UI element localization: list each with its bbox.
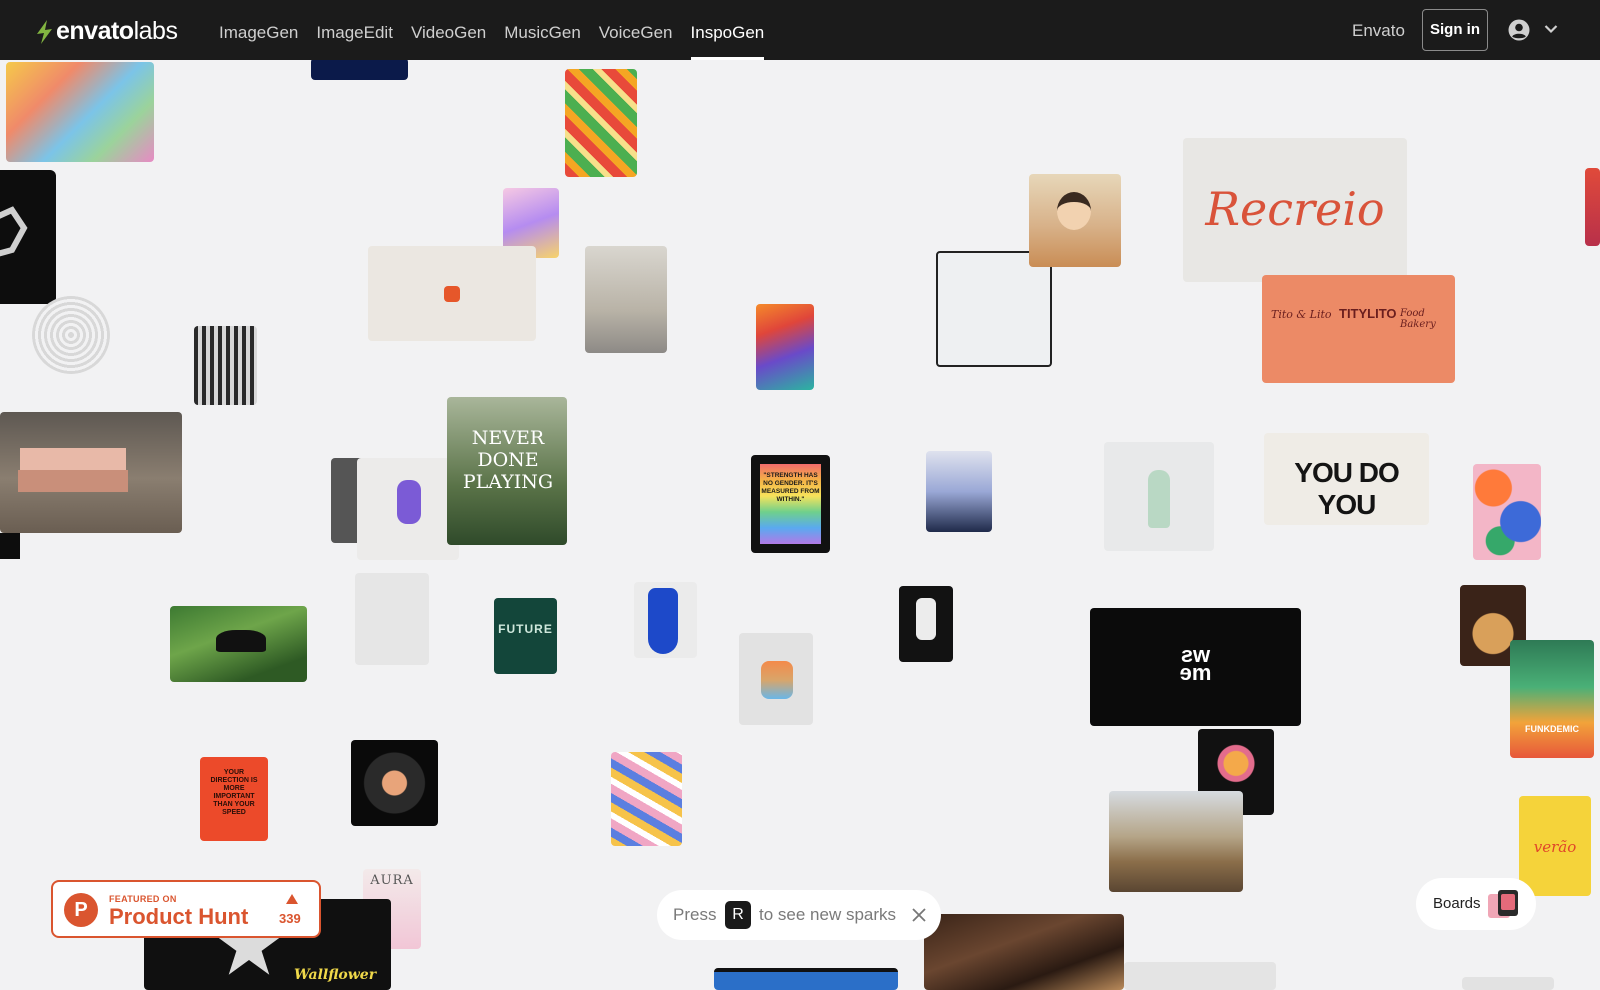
spark-chocolate-cookies[interactable]: [924, 914, 1124, 990]
your-direction-text: YOUR DIRECTION IS MORE IMPORTANT THAN YO…: [210, 769, 258, 816]
new-sparks-hint: Press R to see new sparks: [657, 890, 941, 940]
upvote-arrow-icon: [286, 894, 298, 904]
spark-red-edge[interactable]: [1585, 168, 1600, 246]
spark-skater-illustration[interactable]: [357, 458, 459, 560]
leaf-logo-icon: [37, 19, 52, 44]
box-shape: [20, 448, 126, 470]
dress-figure: [1148, 470, 1170, 528]
nav-inspogen[interactable]: InspoGen: [690, 0, 764, 60]
nav-imagegen[interactable]: ImageGen: [219, 0, 298, 60]
strength-quote: "STRENGTH HAS NO GENDER. IT'S MEASURED F…: [760, 464, 821, 544]
nav-imageedit[interactable]: ImageEdit: [316, 0, 393, 60]
envato-labs-logo[interactable]: envatolabs: [33, 17, 178, 46]
hexagon-icon: [0, 206, 28, 257]
nav-videogen[interactable]: VideoGen: [411, 0, 486, 60]
tito-lito-label: Tito & Lito: [1271, 308, 1332, 321]
spark-hand-poster[interactable]: [899, 586, 953, 662]
user-circle-icon[interactable]: [1508, 19, 1530, 41]
spark-navy-card[interactable]: [311, 58, 408, 80]
spark-never-done-playing[interactable]: NEVER DONE PLAYING: [447, 397, 567, 545]
spark-horses-painting[interactable]: [1109, 791, 1243, 892]
spark-verao-poster[interactable]: verão: [1519, 796, 1591, 896]
spark-horse-painting[interactable]: [170, 606, 307, 682]
product-hunt-name: Product Hunt: [109, 904, 249, 929]
spark-grey-bottom-right[interactable]: [1462, 977, 1554, 990]
product-nav: ImageGen ImageEdit VideoGen MusicGen Voi…: [219, 0, 782, 60]
spark-product-boxes[interactable]: [0, 412, 182, 533]
verao-text: verão: [1533, 838, 1577, 856]
spark-map-card[interactable]: [936, 251, 1052, 367]
spark-radio-device[interactable]: [739, 633, 813, 725]
top-navigation-bar: envatolabs ImageGen ImageEdit VideoGen M…: [0, 0, 1600, 60]
spark-recreio-logo[interactable]: Recreio: [1183, 138, 1407, 282]
burger-logo-icon: [444, 286, 460, 302]
spark-black-hexagon[interactable]: [0, 170, 56, 304]
sock-shape: [648, 588, 678, 654]
spark-tito-lito-branding[interactable]: Tito & Lito TITYLITO Food Bakery: [1262, 275, 1455, 383]
nav-voicegen[interactable]: VoiceGen: [599, 0, 673, 60]
spark-building-w[interactable]: [194, 326, 257, 405]
food-bakery-label: Food Bakery: [1400, 308, 1436, 330]
hint-press-label: Press: [673, 905, 717, 924]
skater-figure: [397, 480, 421, 524]
spark-black-sliver[interactable]: [0, 533, 20, 559]
horse-silhouette: [216, 630, 266, 652]
envato-link[interactable]: Envato: [1352, 21, 1405, 41]
spark-form-document[interactable]: [355, 573, 429, 665]
spark-dark-product[interactable]: [351, 740, 438, 826]
chevron-down-icon[interactable]: [1544, 24, 1558, 34]
recreio-wordmark: Recreio: [1205, 182, 1385, 236]
future-text: FUTURE: [498, 622, 553, 636]
spark-grey-bottom[interactable]: [1124, 962, 1276, 990]
logo-wordmark: envatolabs: [56, 17, 178, 45]
spark-gummy-candy[interactable]: [565, 69, 637, 177]
spark-blue-bottom[interactable]: [714, 968, 898, 990]
spark-dress-sketch[interactable]: [1104, 442, 1214, 551]
spark-collage-portrait[interactable]: [585, 246, 667, 353]
spark-people-pattern[interactable]: [611, 752, 682, 846]
boards-label: Boards: [1433, 895, 1481, 912]
sign-in-button[interactable]: Sign in: [1422, 9, 1488, 51]
boards-button[interactable]: Boards: [1416, 878, 1536, 930]
aura-text: AURA: [370, 873, 414, 888]
spark-colorful-blocks[interactable]: [6, 62, 154, 162]
nav-musicgen[interactable]: MusicGen: [504, 0, 581, 60]
spark-blue-sock[interactable]: [634, 582, 697, 658]
spark-abstract-shapes[interactable]: [1473, 464, 1541, 560]
funkdemic-text: FUNKDEMIC: [1525, 724, 1579, 734]
spark-future-poster[interactable]: FUTURE: [494, 598, 557, 674]
spark-beige-logo[interactable]: [368, 246, 536, 341]
titylito-label: TITYLITO: [1339, 306, 1397, 321]
boy-face: [1057, 192, 1091, 230]
spark-strength-poster[interactable]: "STRENGTH HAS NO GENDER. IT'S MEASURED F…: [751, 455, 830, 553]
wallflower-text: Wallflower: [294, 967, 377, 983]
spark-your-direction[interactable]: YOUR DIRECTION IS MORE IMPORTANT THAN YO…: [200, 757, 268, 841]
hint-text: to see new sparks: [759, 905, 897, 924]
radio-shape: [761, 661, 793, 699]
product-hunt-badge[interactable]: P FEATURED ON Product Hunt 339: [51, 880, 321, 938]
upvote-count: 339: [279, 911, 301, 926]
spark-swsm-brand[interactable]: ƨw ɘm: [1090, 608, 1301, 726]
you-do-you-text: YOU DO YOU: [1294, 457, 1399, 520]
spark-swirl-circle[interactable]: [32, 296, 110, 374]
swsm-logo: ƨw ɘm: [1179, 642, 1212, 685]
spark-gradient-poster[interactable]: [756, 304, 814, 390]
spark-boy-illustration[interactable]: [1029, 174, 1121, 267]
boards-stack-icon: [1488, 890, 1518, 918]
hand-shape: [916, 598, 936, 640]
hint-key-badge: R: [725, 901, 751, 929]
never-done-playing-text: NEVER DONE PLAYING: [462, 427, 554, 493]
spark-funkdemic-poster[interactable]: FUNKDEMIC: [1510, 640, 1594, 758]
featured-on-label: FEATURED ON: [109, 894, 177, 904]
spark-you-do-you[interactable]: YOU DO YOU: [1264, 433, 1429, 525]
spark-office-room[interactable]: [926, 451, 992, 532]
box-shape-2: [18, 470, 128, 492]
product-hunt-logo-icon: P: [64, 893, 98, 927]
close-icon[interactable]: [911, 907, 927, 923]
